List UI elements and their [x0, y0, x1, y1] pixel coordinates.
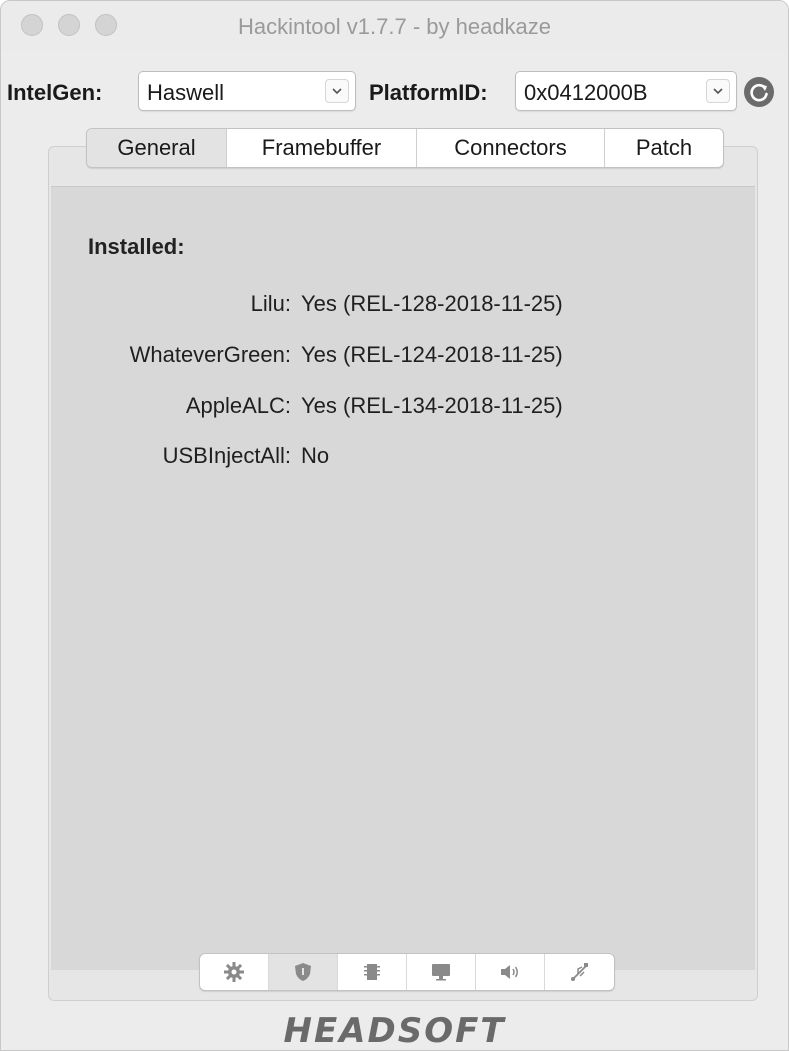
title-bar[interactable]: Hackintool v1.7.7 - by headkaze: [1, 1, 788, 51]
refresh-icon[interactable]: [744, 77, 774, 107]
installed-row-lilu: Lilu: Yes (REL-128-2018-11-25): [51, 291, 751, 321]
kext-status: Yes (REL-128-2018-11-25): [301, 291, 563, 316]
display-icon[interactable]: [407, 954, 476, 990]
tab-framebuffer[interactable]: Framebuffer: [227, 129, 417, 167]
kext-status: Yes (REL-124-2018-11-25): [301, 342, 563, 367]
window-title: Hackintool v1.7.7 - by headkaze: [237, 14, 552, 39]
tab-patch[interactable]: Patch: [605, 129, 723, 167]
chip-icon[interactable]: [338, 954, 407, 990]
kext-name: WhateverGreen:: [129, 342, 291, 367]
shield-icon[interactable]: [269, 954, 338, 990]
tab-connectors[interactable]: Connectors: [417, 129, 605, 167]
chevron-down-icon: [706, 79, 730, 103]
kext-name: USBInjectAll:: [162, 443, 291, 468]
kext-status: Yes (REL-134-2018-11-25): [301, 393, 563, 418]
installed-row-applealc: AppleALC: Yes (REL-134-2018-11-25): [51, 393, 751, 423]
platformid-select[interactable]: 0x0412000B: [515, 71, 737, 111]
platformid-value: 0x0412000B: [524, 80, 648, 105]
kext-name: Lilu:: [250, 291, 291, 316]
platformid-label: PlatformID:: [369, 80, 488, 105]
installed-row-whatevergreen: WhateverGreen: Yes (REL-124-2018-11-25): [51, 342, 751, 372]
bottom-segmented-control: [199, 953, 615, 991]
kext-status: No: [301, 443, 330, 468]
tab-general[interactable]: General: [87, 129, 227, 167]
chevron-down-icon: [325, 79, 349, 103]
installed-heading: Installed:: [88, 234, 185, 259]
intelgen-select[interactable]: Haswell: [138, 71, 356, 111]
intelgen-value: Haswell: [147, 80, 225, 105]
tab-bar: General Framebuffer Connectors Patch: [86, 128, 724, 168]
toolbar: IntelGen: Haswell PlatformID: 0x0412000B: [1, 63, 788, 127]
usb-icon[interactable]: [545, 954, 614, 990]
app-window: Hackintool v1.7.7 - by headkaze IntelGen…: [0, 0, 789, 1051]
headsoft-logo: HEADSOFT: [283, 1011, 506, 1051]
kext-name: AppleALC:: [185, 393, 291, 418]
installed-row-usbinjectall: USBInjectAll: No: [51, 443, 751, 473]
speaker-icon[interactable]: [476, 954, 545, 990]
gear-icon[interactable]: [200, 954, 269, 990]
intelgen-label: IntelGen:: [7, 80, 103, 105]
